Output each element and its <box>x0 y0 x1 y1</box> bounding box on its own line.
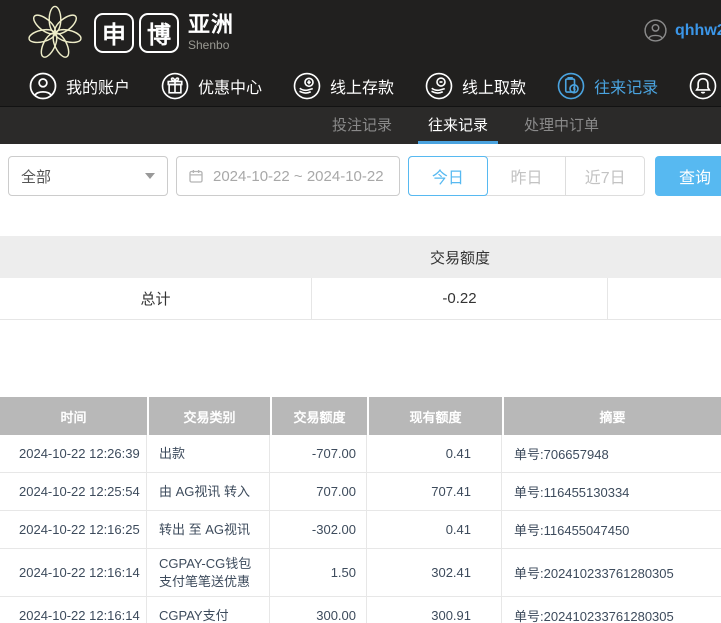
user-icon <box>28 71 58 101</box>
cell-balance: 707.41 <box>367 473 502 510</box>
nav-item-transaction-records[interactable]: 往来记录 <box>556 71 658 101</box>
chevron-down-icon <box>145 173 155 179</box>
cell-memo: 单号:202410233761280305 <box>514 609 674 623</box>
col-header-type: 交易类别 <box>147 397 270 435</box>
summary-header-empty <box>608 236 721 278</box>
cell-time: 2024-10-22 12:26:39 <box>0 435 147 472</box>
nav-label: 我的账户 <box>66 79 131 97</box>
summary-total-row: 总计 -0.22 <box>0 278 721 320</box>
nav-label: 优惠中心 <box>198 79 263 97</box>
sub-nav: 投注记录 往来记录 处理中订单 <box>0 107 721 144</box>
screen: 申 博 亚洲 Shenbo qhhw2 我的账户 优惠中心 线上存款 线上取款 … <box>0 0 721 623</box>
gift-icon <box>160 71 190 101</box>
date-range-value: 2024-10-22 ~ 2024-10-22 <box>213 167 384 185</box>
nav-item-withdraw[interactable]: 线上取款 <box>424 71 526 101</box>
cell-memo: 单号:116455130334 <box>514 485 630 500</box>
col-header-time: 时间 <box>60 409 87 425</box>
nav-item-promotions[interactable]: 优惠中心 <box>160 71 262 101</box>
summary-table: 交易额度 总计 -0.22 <box>0 236 721 320</box>
cell-type: 由 AG视讯 转入 <box>147 473 270 510</box>
cell-balance: 300.91 <box>367 597 502 623</box>
user-avatar-icon <box>644 19 667 42</box>
table-row: 2024-10-22 12:26:39 出款 -707.00 0.41 单号:7… <box>0 435 721 473</box>
user-account[interactable]: qhhw2 <box>643 18 721 43</box>
tab-pending-orders[interactable]: 处理中订单 <box>514 107 609 144</box>
topbar: 申 博 亚洲 Shenbo qhhw2 <box>0 0 721 65</box>
username: qhhw2 <box>675 21 721 39</box>
cell-balance: 302.41 <box>367 549 502 596</box>
quick-yesterday-button[interactable]: 昨日 <box>488 157 566 195</box>
tab-betting-records[interactable]: 投注记录 <box>322 107 402 144</box>
cell-amount: -302.00 <box>270 511 367 548</box>
cell-amount: -707.00 <box>270 435 367 472</box>
brand-text: 亚洲 Shenbo <box>188 12 235 52</box>
cell-amount: 1.50 <box>270 549 367 596</box>
cell-type: 转出 至 AG视讯 <box>147 511 270 548</box>
type-select[interactable]: 全部 <box>8 156 168 196</box>
brand-logo[interactable]: 申 博 亚洲 Shenbo <box>0 4 234 62</box>
main-nav: 我的账户 优惠中心 线上存款 线上取款 往来记录 <box>0 65 721 107</box>
cell-time: 2024-10-22 12:16:14 <box>0 549 147 596</box>
withdraw-icon <box>424 71 454 101</box>
cell-balance: 0.41 <box>367 511 502 548</box>
search-button[interactable]: 查询 <box>655 156 721 196</box>
cell-type: CGPAY支付 <box>147 597 270 623</box>
cell-amount: 300.00 <box>270 597 367 623</box>
nav-label: 线上存款 <box>330 79 395 97</box>
nav-label: 往来记录 <box>594 79 659 97</box>
table-header-row: 时间 交易类别 交易额度 现有额度 摘要 <box>0 397 721 435</box>
quick-last7days-button[interactable]: 近7日 <box>565 157 644 195</box>
quick-date-group: 今日 昨日 近7日 <box>408 156 645 196</box>
calendar-icon <box>189 170 203 183</box>
cell-type: CGPAY-CG钱包支付笔笔送优惠 <box>147 549 270 596</box>
cell-time: 2024-10-22 12:16:25 <box>0 511 147 548</box>
nav-item-messages[interactable]: 信息 <box>688 71 721 101</box>
tab-transaction-records[interactable]: 往来记录 <box>418 107 499 144</box>
summary-header-empty <box>0 236 312 278</box>
table-row: 2024-10-22 12:25:54 由 AG视讯 转入 707.00 707… <box>0 473 721 511</box>
brand-region: 亚洲 <box>188 12 235 37</box>
nav-label: 线上取款 <box>462 79 527 97</box>
cell-amount: 707.00 <box>270 473 367 510</box>
cell-time: 2024-10-22 12:16:14 <box>0 597 147 623</box>
summary-total-value: -0.22 <box>312 278 608 319</box>
cell-time: 2024-10-22 12:25:54 <box>0 473 147 510</box>
cell-memo: 单号:116455047450 <box>514 523 630 538</box>
flower-logo-icon <box>28 5 82 58</box>
logo-char-1: 申 <box>94 12 134 53</box>
records-table: 时间 交易类别 交易额度 现有额度 摘要 2024-10-22 12:26:39… <box>0 397 721 623</box>
records-icon <box>556 71 586 101</box>
spacer <box>0 320 721 397</box>
table-row: 2024-10-22 12:16:14 CGPAY支付 300.00 300.9… <box>0 597 721 623</box>
col-header-amount: 交易额度 <box>270 397 367 435</box>
summary-total-label: 总计 <box>0 278 312 319</box>
filter-bar: 全部 2024-10-22 ~ 2024-10-22 今日 昨日 近7日 查询 <box>0 144 721 236</box>
table-row: 2024-10-22 12:16:25 转出 至 AG视讯 -302.00 0.… <box>0 511 721 549</box>
summary-header-amount: 交易额度 <box>429 249 490 267</box>
quick-today-button[interactable]: 今日 <box>408 156 488 196</box>
deposit-icon <box>292 71 322 101</box>
table-row: 2024-10-22 12:16:14 CGPAY-CG钱包支付笔笔送优惠 1.… <box>0 549 721 597</box>
logo-char-2: 博 <box>139 12 179 53</box>
summary-header-row: 交易额度 <box>0 236 721 278</box>
date-range-input[interactable]: 2024-10-22 ~ 2024-10-22 <box>176 156 400 196</box>
cell-type: 出款 <box>147 435 270 472</box>
cell-memo: 单号:706657948 <box>514 447 609 462</box>
bell-icon <box>688 71 718 101</box>
nav-item-deposit[interactable]: 线上存款 <box>292 71 394 101</box>
type-select-value: 全部 <box>21 168 52 186</box>
cell-memo: 单号:202410233761280305 <box>514 566 674 581</box>
nav-item-my-account[interactable]: 我的账户 <box>28 71 130 101</box>
col-header-balance: 现有额度 <box>367 397 502 435</box>
cell-balance: 0.41 <box>367 435 502 472</box>
col-header-memo: 摘要 <box>502 397 721 435</box>
brand-en: Shenbo <box>188 38 230 52</box>
